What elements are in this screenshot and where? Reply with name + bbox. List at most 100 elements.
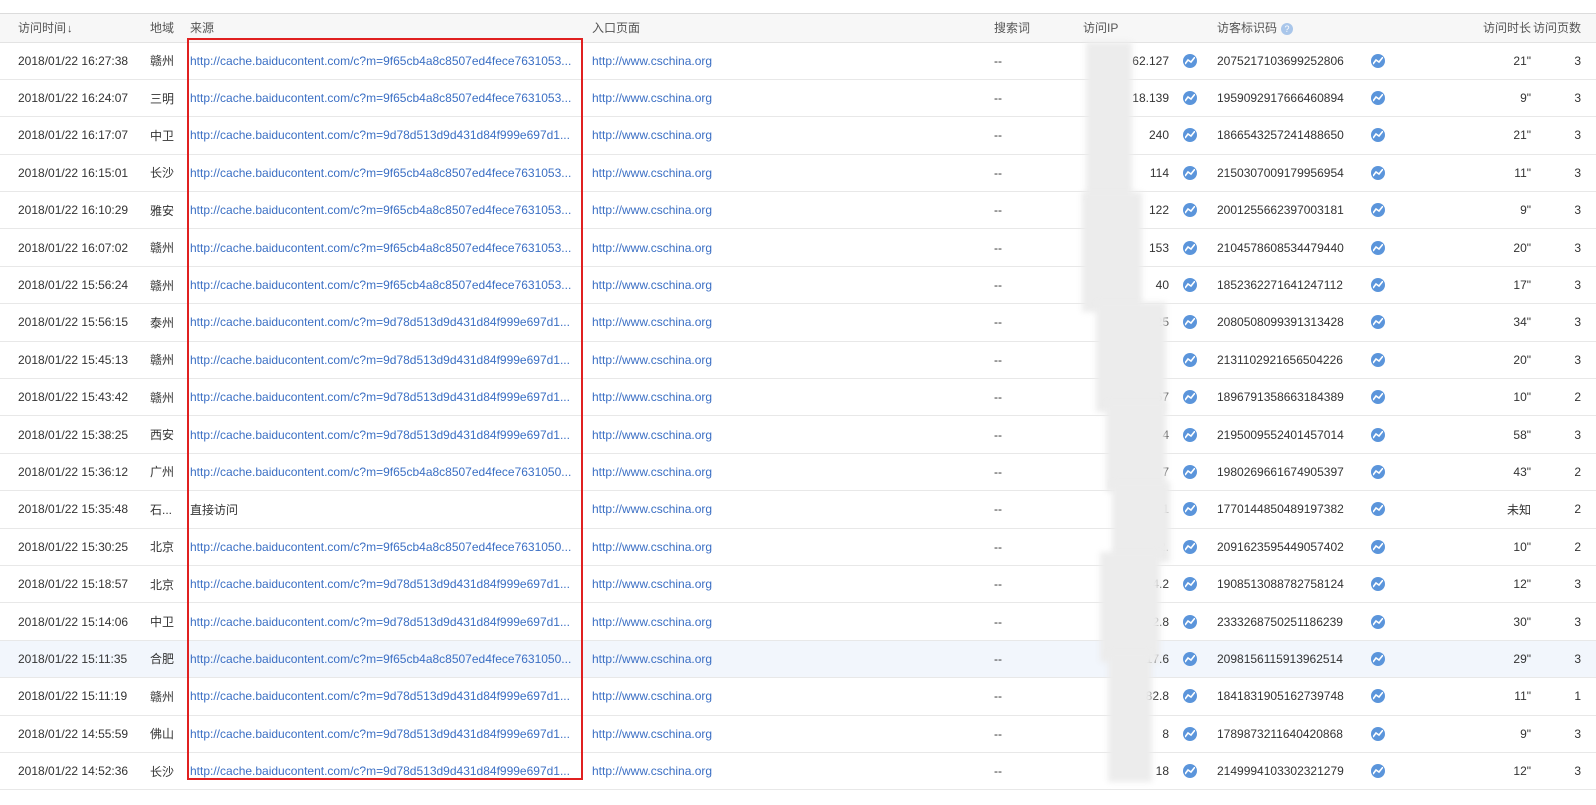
question-mark-icon[interactable]: ?: [1281, 23, 1294, 36]
sort-down-arrow-icon[interactable]: ↓: [67, 23, 73, 35]
cell-ip: 52.8: [1145, 614, 1169, 629]
trend-chart-icon[interactable]: [1183, 91, 1197, 106]
entry-link[interactable]: http://www.cschina.org: [592, 540, 712, 554]
entry-link[interactable]: http://www.cschina.org: [592, 166, 712, 180]
cell-pages: 3: [1531, 116, 1596, 155]
entry-link[interactable]: http://www.cschina.org: [592, 203, 712, 217]
cell-time: 2018/01/22 15:56:24: [0, 266, 150, 305]
table-row: 2018/01/22 16:24:07 三明 http://cache.baiduc…: [0, 79, 1596, 118]
trend-chart-icon[interactable]: [1371, 390, 1385, 405]
entry-link[interactable]: http://www.cschina.org: [592, 615, 712, 629]
trend-chart-icon[interactable]: [1371, 315, 1385, 330]
source-link[interactable]: http://cache.baiducontent.com/c?m=9f65cb…: [190, 278, 571, 292]
source-link[interactable]: http://cache.baiducontent.com/c?m=9f65cb…: [190, 54, 571, 68]
entry-link[interactable]: http://www.cschina.org: [592, 577, 712, 591]
table-row: 2018/01/22 15:30:25 北京 http://cache.baiduc…: [0, 528, 1596, 566]
table-row: 2018/01/22 16:17:07 中卫 http://cache.baiduc…: [0, 116, 1596, 155]
entry-link[interactable]: http://www.cschina.org: [592, 54, 712, 68]
entry-link[interactable]: http://www.cschina.org: [592, 91, 712, 105]
trend-chart-icon[interactable]: [1371, 577, 1385, 592]
trend-chart-icon[interactable]: [1183, 352, 1197, 367]
trend-chart-icon[interactable]: [1371, 240, 1385, 255]
trend-chart-icon[interactable]: [1371, 651, 1385, 666]
source-link[interactable]: http://cache.baiducontent.com/c?m=9d78d5…: [190, 577, 570, 591]
trend-chart-icon[interactable]: [1371, 539, 1385, 554]
source-link[interactable]: http://cache.baiducontent.com/c?m=9d78d5…: [190, 764, 570, 778]
trend-chart-icon[interactable]: [1371, 91, 1385, 106]
trend-chart-icon[interactable]: [1371, 689, 1385, 704]
source-link[interactable]: http://cache.baiducontent.com/c?m=9f65cb…: [190, 166, 571, 180]
trend-chart-icon[interactable]: [1183, 390, 1197, 405]
entry-link[interactable]: http://www.cschina.org: [592, 390, 712, 404]
trend-chart-icon[interactable]: [1371, 128, 1385, 143]
source-link[interactable]: http://cache.baiducontent.com/c?m=9d78d5…: [190, 689, 570, 703]
trend-chart-icon[interactable]: [1371, 278, 1385, 293]
trend-chart-icon[interactable]: [1371, 726, 1385, 741]
trend-chart-icon[interactable]: [1371, 464, 1385, 479]
trend-chart-icon[interactable]: [1183, 577, 1197, 592]
entry-link[interactable]: http://www.cschina.org: [592, 652, 712, 666]
trend-chart-icon[interactable]: [1183, 53, 1197, 68]
source-link[interactable]: http://cache.baiducontent.com/c?m=9d78d5…: [190, 428, 570, 442]
entry-link[interactable]: http://www.cschina.org: [592, 502, 712, 516]
source-link[interactable]: http://cache.baiducontent.com/c?m=9d78d5…: [190, 315, 570, 329]
trend-chart-icon[interactable]: [1371, 53, 1385, 68]
trend-chart-icon[interactable]: [1183, 502, 1197, 517]
trend-chart-icon[interactable]: [1183, 128, 1197, 143]
trend-chart-icon[interactable]: [1183, 315, 1197, 330]
source-link[interactable]: http://cache.baiducontent.com/c?m=9f65cb…: [190, 652, 571, 666]
entry-link[interactable]: http://www.cschina.org: [592, 428, 712, 442]
entry-link[interactable]: http://www.cschina.org: [592, 278, 712, 292]
entry-link[interactable]: http://www.cschina.org: [592, 764, 712, 778]
source-link[interactable]: http://cache.baiducontent.com/c?m=9d78d5…: [190, 353, 570, 367]
source-link[interactable]: http://cache.baiducontent.com/c?m=9d78d5…: [190, 390, 570, 404]
trend-chart-icon[interactable]: [1183, 278, 1197, 293]
source-link[interactable]: http://cache.baiducontent.com/c?m=9f65cb…: [190, 203, 571, 217]
cell-region: 石...: [150, 490, 190, 529]
trend-chart-icon[interactable]: [1371, 203, 1385, 218]
source-link[interactable]: http://cache.baiducontent.com/c?m=9f65cb…: [190, 91, 571, 105]
cell-region: 西安: [150, 415, 190, 454]
trend-chart-icon[interactable]: [1371, 614, 1385, 629]
trend-chart-icon[interactable]: [1183, 539, 1197, 554]
entry-link[interactable]: http://www.cschina.org: [592, 727, 712, 741]
cell-time: 2018/01/22 15:35:48: [0, 490, 150, 529]
trend-chart-icon[interactable]: [1183, 689, 1197, 704]
source-link[interactable]: http://cache.baiducontent.com/c?m=9d78d5…: [190, 615, 570, 629]
table-row: 2018/01/22 15:56:15 泰州 http://cache.baiduc…: [0, 303, 1596, 342]
trend-chart-icon[interactable]: [1371, 427, 1385, 442]
trend-chart-icon[interactable]: [1183, 203, 1197, 218]
cell-duration: 11": [1403, 677, 1531, 716]
cell-duration: 9": [1403, 715, 1531, 753]
entry-link[interactable]: http://www.cschina.org: [592, 128, 712, 142]
entry-link[interactable]: http://www.cschina.org: [592, 689, 712, 703]
entry-link[interactable]: http://www.cschina.org: [592, 465, 712, 479]
header-time[interactable]: 访问时间↓: [0, 14, 150, 43]
entry-link[interactable]: http://www.cschina.org: [592, 241, 712, 255]
trend-chart-icon[interactable]: [1371, 165, 1385, 180]
entry-link[interactable]: http://www.cschina.org: [592, 315, 712, 329]
trend-chart-icon[interactable]: [1183, 764, 1197, 779]
trend-chart-icon[interactable]: [1183, 427, 1197, 442]
source-link[interactable]: http://cache.baiducontent.com/c?m=9f65cb…: [190, 241, 571, 255]
cell-ip: 18: [1155, 764, 1169, 779]
trend-chart-icon[interactable]: [1371, 502, 1385, 517]
trend-chart-icon[interactable]: [1183, 614, 1197, 629]
trend-chart-icon[interactable]: [1183, 165, 1197, 180]
cell-time: 2018/01/22 16:15:01: [0, 154, 150, 193]
trend-chart-icon[interactable]: [1371, 352, 1385, 367]
source-link[interactable]: http://cache.baiducontent.com/c?m=9d78d5…: [190, 128, 570, 142]
trend-chart-icon[interactable]: [1183, 651, 1197, 666]
trend-chart-icon[interactable]: [1371, 764, 1385, 779]
trend-chart-icon[interactable]: [1183, 464, 1197, 479]
trend-chart-icon[interactable]: [1183, 726, 1197, 741]
table-row: 2018/01/22 16:27:38 赣州 http://cache.baiduc…: [0, 42, 1596, 80]
cell-visitor-id: 2091623595449057402: [1217, 539, 1344, 554]
cell-keyword: --: [994, 490, 1083, 529]
source-link[interactable]: http://cache.baiducontent.com/c?m=9f65cb…: [190, 465, 571, 479]
table-row: 2018/01/22 16:07:02 赣州 http://cache.baiduc…: [0, 228, 1596, 267]
trend-chart-icon[interactable]: [1183, 240, 1197, 255]
source-link[interactable]: http://cache.baiducontent.com/c?m=9d78d5…: [190, 727, 570, 741]
entry-link[interactable]: http://www.cschina.org: [592, 353, 712, 367]
source-link[interactable]: http://cache.baiducontent.com/c?m=9f65cb…: [190, 540, 571, 554]
